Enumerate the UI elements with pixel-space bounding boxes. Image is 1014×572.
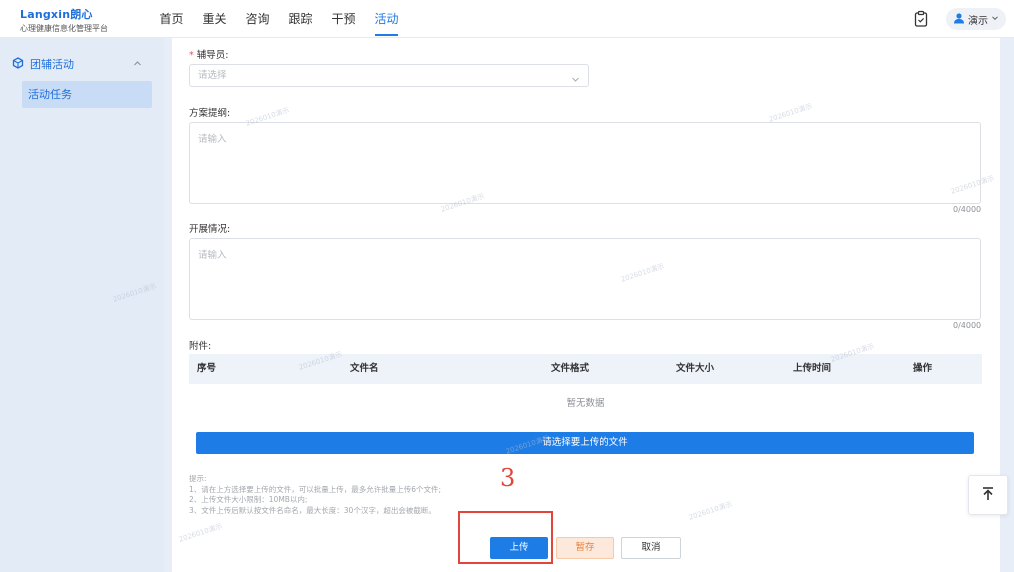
annotation-step-number: 3	[500, 464, 516, 492]
tip-line: 3、文件上传后默认按文件名命名，最大长度：30个汉字，超出会被截断。	[189, 505, 436, 515]
counselor-label: * 辅导员:	[189, 50, 229, 61]
brand-subtitle: 心理健康信息化管理平台	[20, 24, 108, 33]
back-to-top-button[interactable]	[968, 475, 1008, 515]
chevron-down-icon	[991, 14, 999, 25]
upload-button[interactable]: 上传	[490, 537, 548, 559]
col-index: 序号	[197, 363, 217, 374]
app-logo[interactable]: Langxin朗心 心理健康信息化管理平台	[20, 6, 108, 34]
col-upload-time: 上传时间	[793, 363, 832, 374]
top-header: Langxin朗心 心理健康信息化管理平台 首页 重关 咨询 跟踪 干预 活动 …	[0, 0, 1014, 38]
situation-label: 开展情况:	[189, 224, 231, 235]
nav-activity[interactable]: 活动	[365, 0, 408, 38]
required-mark: *	[189, 50, 194, 61]
nav-key-focus[interactable]: 重关	[193, 0, 236, 38]
sidebar: 团辅活动 活动任务	[0, 38, 164, 572]
chevron-up-icon[interactable]	[133, 58, 142, 71]
col-actions: 操作	[913, 363, 933, 374]
col-filename: 文件名	[350, 363, 379, 374]
cancel-button[interactable]: 取消	[621, 537, 681, 559]
situation-textarea[interactable]: 请输入	[189, 238, 981, 320]
arrow-up-icon	[981, 486, 995, 505]
user-icon	[953, 12, 965, 27]
clipboard-icon[interactable]	[912, 10, 930, 28]
outline-char-counter: 0/4000	[953, 205, 982, 214]
nav-home[interactable]: 首页	[150, 0, 193, 38]
counselor-select[interactable]: 请选择	[189, 64, 589, 87]
outline-label: 方案提纲:	[189, 108, 231, 119]
sidebar-item-activity-task[interactable]: 活动任务	[22, 81, 152, 108]
user-menu-button[interactable]: 演示	[946, 8, 1006, 30]
chevron-down-icon	[571, 71, 580, 92]
nav-intervention[interactable]: 干预	[322, 0, 365, 38]
outline-textarea[interactable]: 请输入	[189, 122, 981, 204]
tip-line: 2、上传文件大小限制：10MB以内;	[189, 495, 308, 504]
upload-tips: 提示: 1、请在上方选择要上传的文件，可以批量上传，最多允许批量上传6个文件; …	[189, 474, 441, 516]
counselor-placeholder: 请选择	[198, 70, 227, 81]
sidebar-group-team-activity[interactable]: 团辅活动	[12, 56, 152, 72]
main-content: * 辅导员: 请选择 方案提纲: 请输入 0/4000 开展情况: 请输入 0/4…	[172, 38, 1000, 572]
attachments-table-header: 序号 文件名 文件格式 文件大小 上传时间 操作	[189, 354, 982, 384]
situation-char-counter: 0/4000	[953, 321, 982, 330]
user-name: 演示	[968, 15, 988, 27]
save-draft-button[interactable]: 暂存	[556, 537, 614, 559]
attachments-label: 附件:	[189, 341, 212, 352]
brand-name: Langxin朗心	[20, 8, 93, 21]
cube-icon	[12, 56, 24, 72]
select-files-button[interactable]: 请选择要上传的文件	[196, 432, 974, 454]
tip-line: 提示:	[189, 474, 207, 483]
nav-tracking[interactable]: 跟踪	[279, 0, 322, 38]
nav-consult[interactable]: 咨询	[236, 0, 279, 38]
col-size: 文件大小	[676, 363, 715, 374]
table-empty-state: 暂无数据	[566, 398, 605, 409]
sidebar-group-label: 团辅活动	[30, 58, 74, 71]
col-format: 文件格式	[551, 363, 590, 374]
tip-line: 1、请在上方选择要上传的文件，可以批量上传，最多允许批量上传6个文件;	[189, 484, 442, 494]
main-nav: 首页 重关 咨询 跟踪 干预 活动	[150, 0, 408, 38]
